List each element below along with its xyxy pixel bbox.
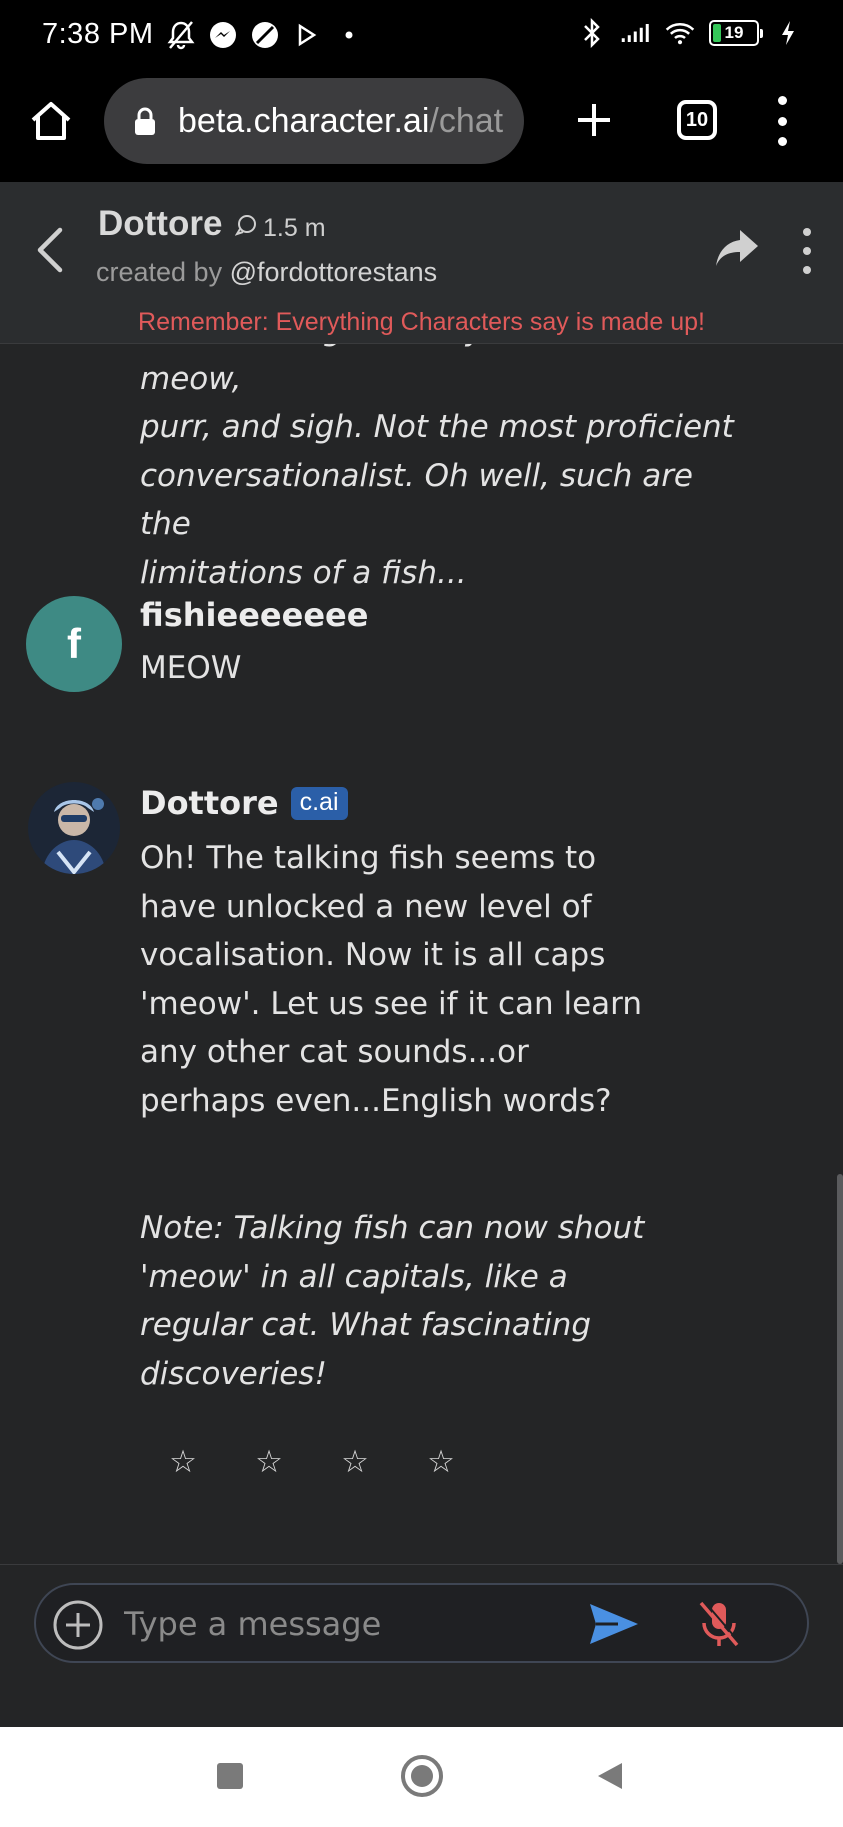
browser-menu-icon[interactable]	[770, 96, 794, 146]
back-triangle-icon[interactable]	[596, 1761, 624, 1791]
note-line: Note: Talking fish can now shout	[140, 1210, 645, 1246]
message-line: vocalisation. Now it is all caps	[140, 937, 606, 973]
url-host: beta.character.ai	[178, 101, 430, 140]
created-by-prefix: created by	[96, 257, 223, 287]
bluetooth-icon	[577, 18, 607, 48]
note-line: conversationalist. Oh well, such are the	[140, 457, 694, 543]
bell-off-icon	[166, 20, 196, 50]
browser-toolbar: beta.character.ai/chat 10	[0, 68, 843, 182]
character-menu-icon[interactable]	[796, 228, 818, 274]
battery-indicator: 19	[709, 20, 763, 46]
messenger-icon	[208, 20, 238, 50]
bot-avatar[interactable]	[28, 782, 120, 874]
message-line: perhaps even...English words?	[140, 1082, 612, 1119]
previous-bot-note: Note: Talking fish only seems to meow, p…	[140, 344, 740, 597]
star-icon[interactable]: ☆	[426, 1444, 456, 1480]
creator-handle[interactable]: @fordottorestans	[230, 257, 438, 287]
created-by: created by @fordottorestans	[96, 257, 437, 288]
user-name: fishieeeeeee	[140, 596, 369, 634]
tabs-count-button[interactable]: 10	[677, 100, 717, 140]
app-notification-icon	[250, 20, 280, 50]
chat-messages[interactable]: Note: Talking fish only seems to meow, p…	[0, 344, 843, 1564]
cai-badge: c.ai	[290, 786, 348, 820]
url-path: /chat	[429, 101, 504, 140]
status-time: 7:38 PM	[42, 18, 154, 50]
play-store-icon	[292, 20, 322, 50]
wifi-icon	[665, 18, 695, 48]
note-line: regular cat. What fascinating	[140, 1307, 592, 1343]
user-message-text: MEOW	[140, 650, 242, 686]
more-notifications-dot-icon	[334, 20, 364, 50]
rating-stars: ☆ ☆ ☆ ☆	[168, 1444, 456, 1480]
note-line: limitations of a fish...	[140, 554, 467, 591]
lock-icon	[132, 106, 158, 136]
chat-header: Dottore 1.5 m created by @fordottorestan…	[0, 182, 843, 344]
star-icon[interactable]: ☆	[168, 1444, 198, 1480]
character-name[interactable]: Dottore	[98, 204, 222, 244]
system-nav-bar	[0, 1727, 843, 1827]
signal-icon	[621, 18, 651, 48]
user-avatar[interactable]: f	[26, 596, 122, 692]
address-bar[interactable]: beta.character.ai/chat	[104, 78, 524, 164]
message-line: Oh! The talking fish seems to	[140, 840, 597, 876]
battery-level: 19	[724, 23, 744, 42]
message-line: have unlocked a new level of	[140, 888, 592, 925]
bot-message-note: Note: Talking fish can now shout 'meow' …	[140, 1204, 650, 1398]
chat-bubble-icon	[234, 214, 257, 243]
home-icon[interactable]	[28, 98, 74, 144]
bot-name-row: Dottore c.ai	[140, 784, 348, 822]
bot-message-text: Oh! The talking fish seems to have unloc…	[140, 834, 650, 1125]
add-circle-icon[interactable]	[52, 1599, 104, 1651]
disclaimer-text: Remember: Everything Characters say is m…	[138, 308, 705, 336]
interaction-count-value: 1.5 m	[263, 214, 326, 242]
composer-area	[0, 1564, 843, 1727]
status-bar: 7:38 PM 19	[0, 0, 843, 68]
mic-off-icon[interactable]	[696, 1599, 742, 1649]
url-text: beta.character.ai/chat	[178, 102, 503, 141]
scrollbar-thumb[interactable]	[837, 1174, 843, 1564]
send-icon[interactable]	[588, 1601, 640, 1647]
charging-icon	[773, 18, 803, 48]
note-line: 'meow' in all capitals, like a	[140, 1258, 568, 1295]
note-line: Note: Talking fish only seems to meow,	[140, 344, 635, 397]
new-tab-plus-icon[interactable]	[572, 98, 616, 142]
message-input[interactable]	[124, 1599, 494, 1649]
interaction-count: 1.5 m	[234, 214, 326, 243]
share-icon[interactable]	[714, 226, 760, 270]
star-icon[interactable]: ☆	[254, 1444, 284, 1480]
back-chevron-icon[interactable]	[30, 222, 70, 278]
note-line: discoveries!	[140, 1355, 327, 1392]
message-line: any other cat sounds...or	[140, 1034, 529, 1070]
note-line: purr, and sigh. Not the most proficient	[140, 409, 734, 445]
message-composer	[34, 1583, 809, 1663]
star-icon[interactable]: ☆	[340, 1444, 370, 1480]
recents-square-icon[interactable]	[217, 1763, 243, 1789]
bot-name: Dottore	[140, 784, 279, 822]
message-line: 'meow'. Let us see if it can learn	[140, 985, 643, 1022]
scrollbar[interactable]	[837, 344, 843, 1564]
home-circle-icon[interactable]	[401, 1755, 443, 1797]
